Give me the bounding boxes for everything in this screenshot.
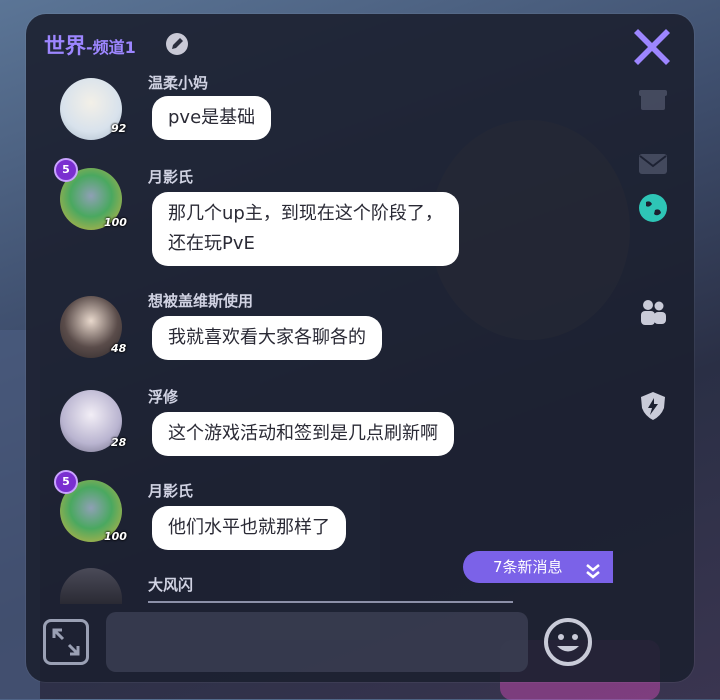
chat-input[interactable] — [106, 612, 528, 672]
new-messages-button[interactable]: 7条新消息 — [463, 551, 613, 583]
avatar-level: 28 — [111, 436, 127, 449]
edit-icon[interactable] — [166, 33, 188, 55]
mail-icon[interactable] — [637, 148, 669, 180]
message-bubble: 那几个up主，到现在这个阶段了， 还在玩PvE — [152, 192, 459, 266]
new-messages-label: 7条新消息 — [493, 558, 563, 576]
sender-name: 月影氏 — [148, 482, 194, 500]
users-icon[interactable] — [637, 296, 669, 328]
message-bubble: 我就喜欢看大家各聊各的 — [152, 316, 382, 360]
sender-name: 大风闪 — [148, 576, 194, 594]
avatar-level: 100 — [104, 216, 127, 229]
message-bubble: 他们水平也就那样了 — [152, 506, 346, 550]
message-text: 他们水平也就那样了 — [168, 517, 330, 538]
avatar-level: 48 — [111, 342, 127, 355]
message-bubble: 这个游戏活动和签到是几点刷新啊 — [152, 412, 454, 456]
message-text-line: 还在玩PvE — [168, 233, 255, 254]
vip-badge: 5 — [54, 470, 78, 494]
message-text: 我就喜欢看大家各聊各的 — [168, 327, 366, 348]
message-text-line: 那几个up主，到现在这个阶段了， — [168, 203, 443, 224]
expand-icon[interactable] — [43, 619, 89, 665]
message-bubble: pve是基础 — [152, 96, 272, 140]
channel-title-main: 世界 — [44, 34, 86, 58]
sender-name: 想被盖维斯使用 — [148, 292, 254, 310]
avatar-level: 92 — [111, 122, 127, 135]
divider — [148, 601, 513, 603]
chevron-double-down-icon — [584, 559, 602, 579]
emoji-icon[interactable] — [543, 617, 593, 667]
message-text: pve是基础 — [168, 107, 256, 128]
sender-name: 温柔小妈 — [148, 74, 209, 92]
avatar-level: 100 — [104, 530, 127, 543]
close-icon[interactable] — [632, 25, 672, 65]
channel-title: 世界-频道1 — [44, 30, 136, 60]
shield-bolt-icon[interactable] — [637, 390, 669, 422]
message-text: 这个游戏活动和签到是几点刷新啊 — [168, 423, 438, 444]
channel-title-sub: -频道1 — [86, 38, 136, 57]
gift-icon[interactable] — [637, 82, 669, 114]
sender-name: 浮修 — [148, 388, 179, 406]
globe-icon[interactable] — [637, 192, 669, 224]
vip-badge: 5 — [54, 158, 78, 182]
sender-name: 月影氏 — [148, 168, 194, 186]
